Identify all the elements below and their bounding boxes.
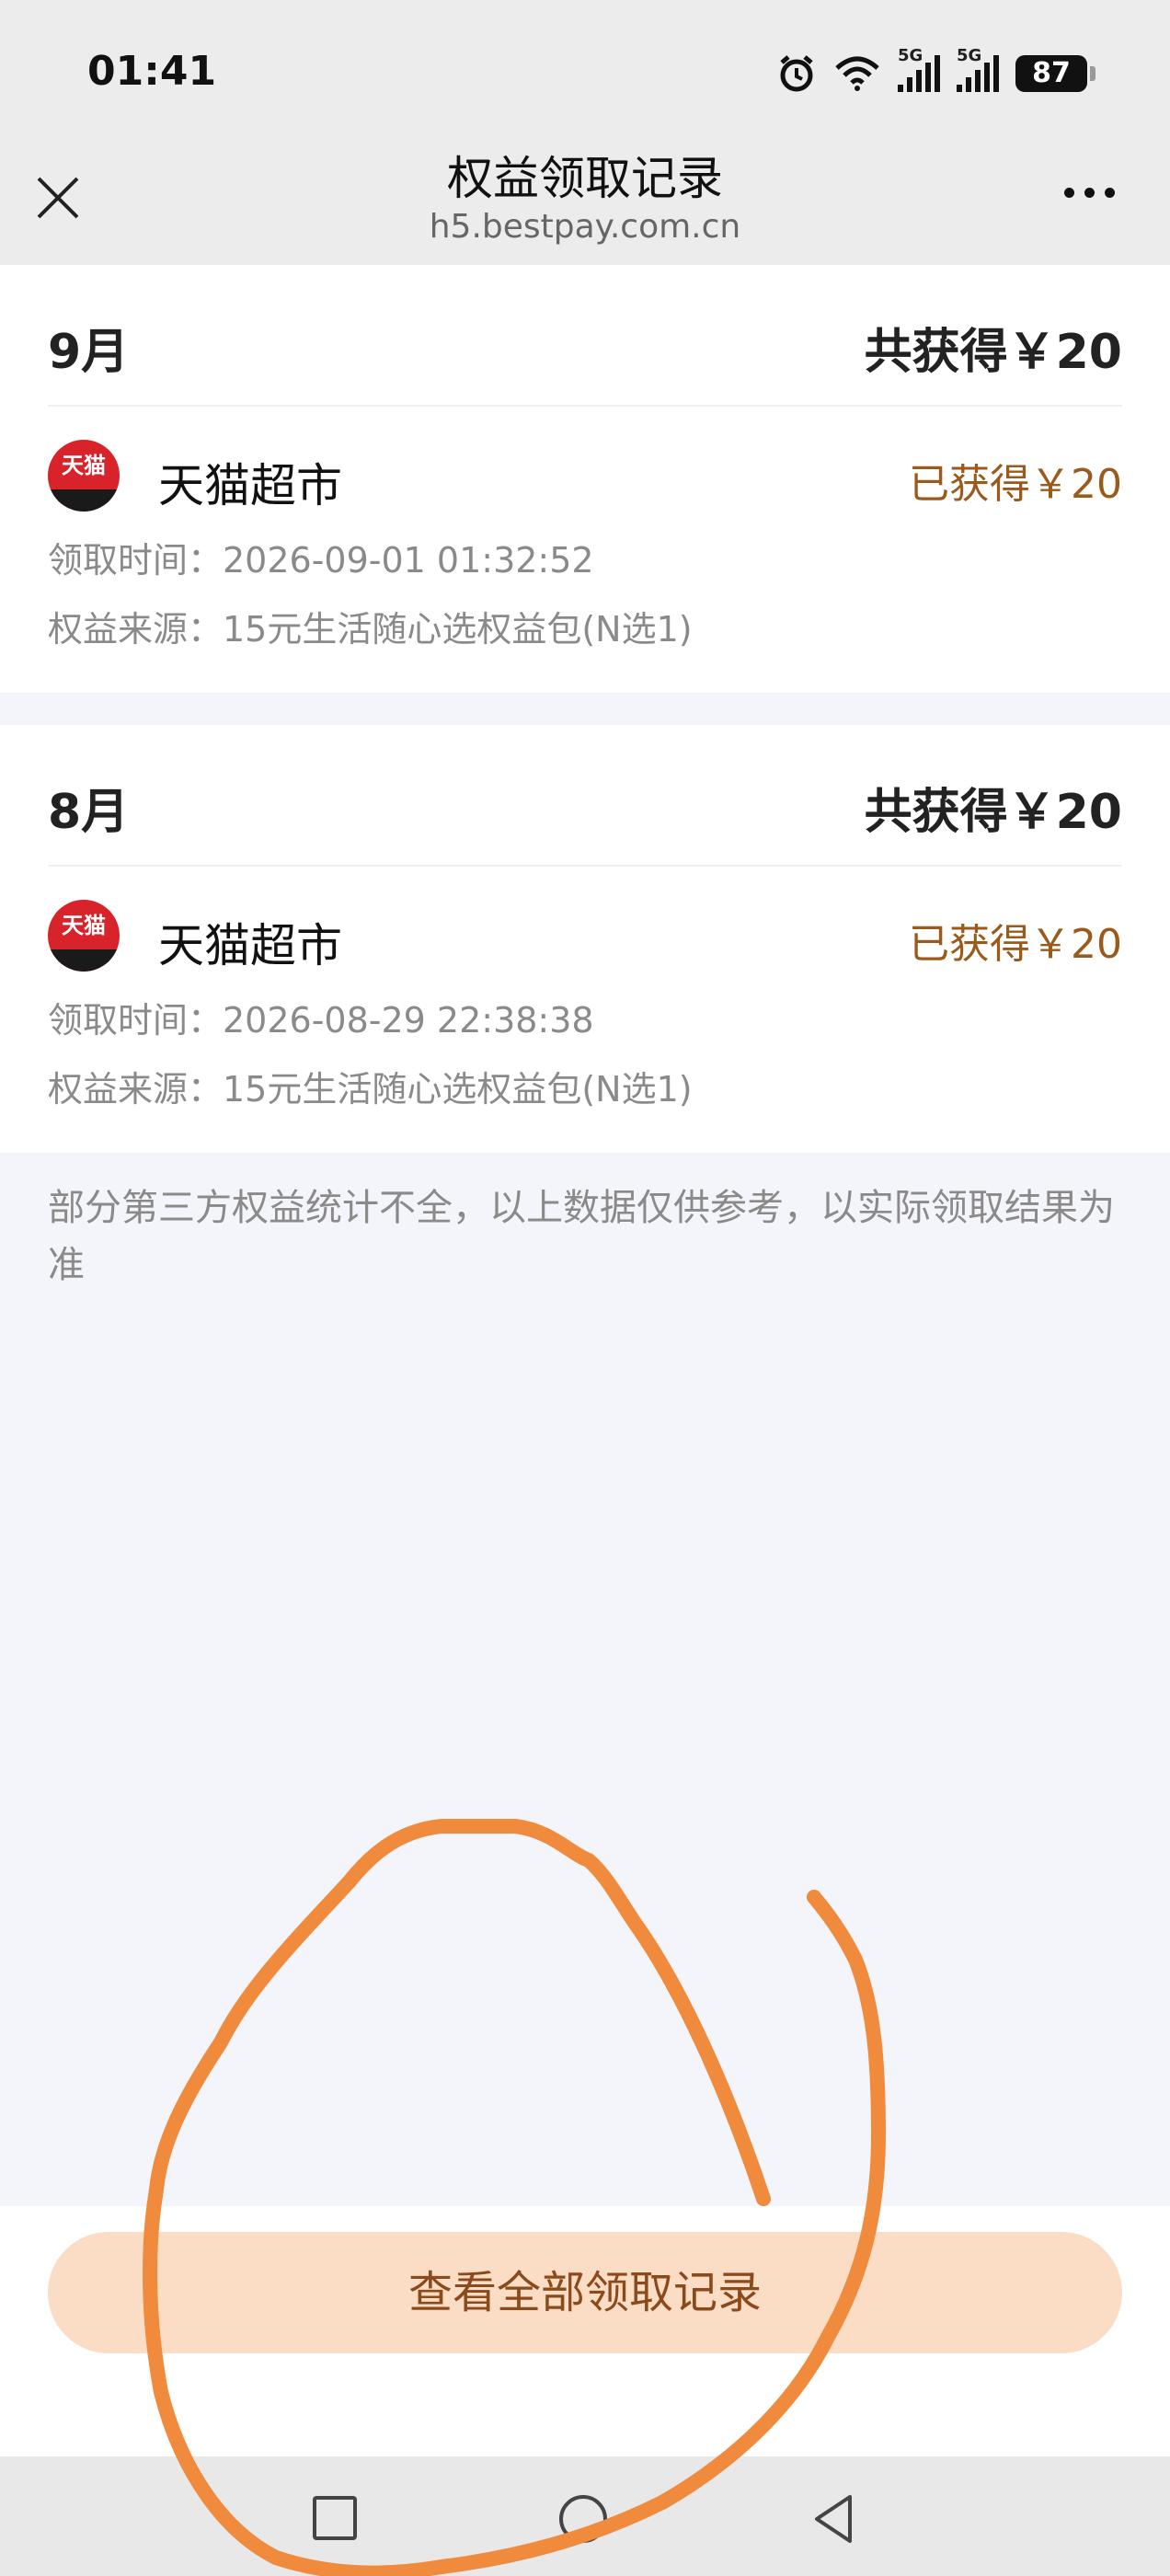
home-icon[interactable]	[559, 2495, 607, 2543]
signal-icon: 5G	[957, 46, 999, 92]
obtained-amount: 已获得￥20	[909, 921, 1122, 968]
merchant-name: 天猫超市	[158, 919, 342, 972]
back-icon[interactable]	[809, 2491, 855, 2547]
merchant-name: 天猫超市	[158, 459, 342, 512]
benefit-source: 权益来源：15元生活随心选权益包(N选1)	[48, 609, 693, 650]
separator	[0, 693, 1170, 725]
status-icons: 5G 5G 87	[776, 46, 1095, 99]
month-label: 9月	[48, 325, 130, 380]
month-total: 共获得￥20	[864, 325, 1122, 380]
obtained-amount: 已获得￥20	[909, 461, 1122, 508]
view-all-records-button[interactable]: 查看全部领取记录	[48, 2232, 1122, 2353]
divider	[48, 865, 1122, 867]
system-nav-bar	[0, 2456, 1170, 2576]
tmall-logo: 天猫	[48, 440, 120, 512]
page-domain: h5.bestpay.com.cn	[429, 208, 741, 246]
claim-time: 领取时间：2026-09-01 01:32:52	[48, 540, 594, 581]
page-title: 权益领取记录	[447, 152, 723, 205]
wifi-icon	[835, 56, 879, 91]
status-time: 01:41	[87, 48, 217, 95]
record-card: 9月 共获得￥20 天猫 天猫超市 已获得￥20 领取时间：2026-09-01…	[0, 265, 1170, 693]
signal-icon: 5G	[898, 46, 940, 92]
tmall-logo: 天猫	[48, 900, 120, 972]
alarm-icon	[780, 55, 813, 92]
recents-icon[interactable]	[313, 2496, 357, 2540]
more-icon[interactable]	[1064, 188, 1115, 198]
claim-time: 领取时间：2026-08-29 22:38:38	[48, 1000, 594, 1041]
month-label: 8月	[48, 785, 130, 840]
month-total: 共获得￥20	[864, 785, 1122, 840]
top-bar: 01:41 5G 5G 87 权益领取记录 h5.bestpay.com.cn	[0, 0, 1170, 265]
disclaimer-note: 部分第三方权益统计不全，以上数据仅供参考，以实际领取结果为准	[48, 1187, 1115, 1286]
battery-icon: 87	[1015, 55, 1095, 92]
divider	[48, 405, 1122, 407]
record-card: 8月 共获得￥20 天猫 天猫超市 已获得￥20 领取时间：2026-08-29…	[0, 725, 1170, 1153]
benefit-source: 权益来源：15元生活随心选权益包(N选1)	[48, 1069, 693, 1110]
